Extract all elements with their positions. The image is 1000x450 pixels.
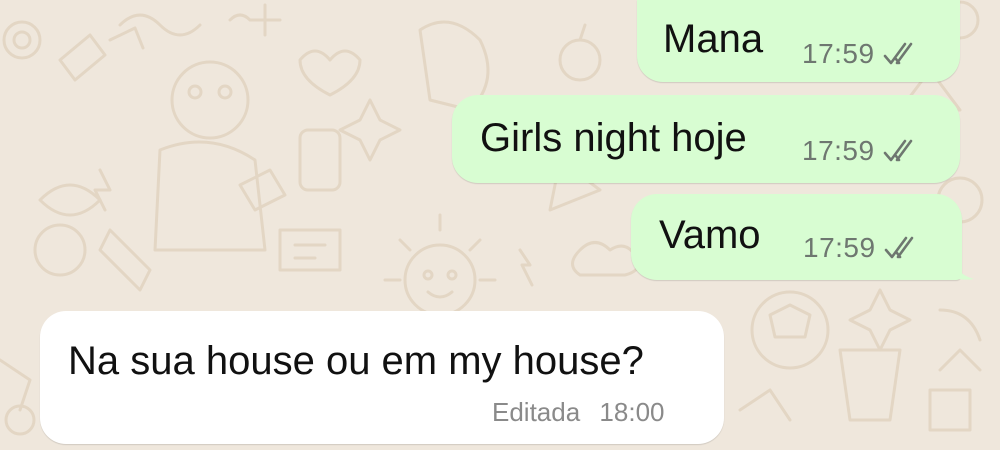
incoming-message-bubble[interactable]: Na sua house ou em my house? Editada 18:… (40, 311, 724, 444)
message-meta: 17:59 (803, 234, 922, 262)
outgoing-message-bubble[interactable]: Vamo 17:59 (631, 194, 962, 280)
message-time: 17:59 (802, 135, 875, 166)
message-time: 17:59 (802, 38, 875, 69)
message-text: Mana (663, 17, 764, 61)
message-text: Vamo (659, 213, 761, 257)
message-text: Girls night hoje (480, 116, 747, 160)
outgoing-message-bubble[interactable]: Girls night hoje 17:59 (452, 95, 960, 183)
bubble-tail (950, 252, 974, 280)
double-check-icon (884, 236, 913, 259)
message-meta: Editada 18:00 (492, 399, 665, 425)
message-meta: 17:59 (802, 137, 921, 165)
message-text: Na sua house ou em my house? (68, 339, 644, 383)
double-check-icon (883, 42, 912, 65)
message-meta: 17:59 (802, 40, 921, 68)
double-check-icon (883, 139, 912, 162)
edited-label: Editada (492, 397, 581, 427)
message-time: 18:00 (599, 397, 665, 427)
message-time: 17:59 (803, 232, 876, 263)
outgoing-message-bubble[interactable]: Mana 17:59 (637, 0, 960, 82)
